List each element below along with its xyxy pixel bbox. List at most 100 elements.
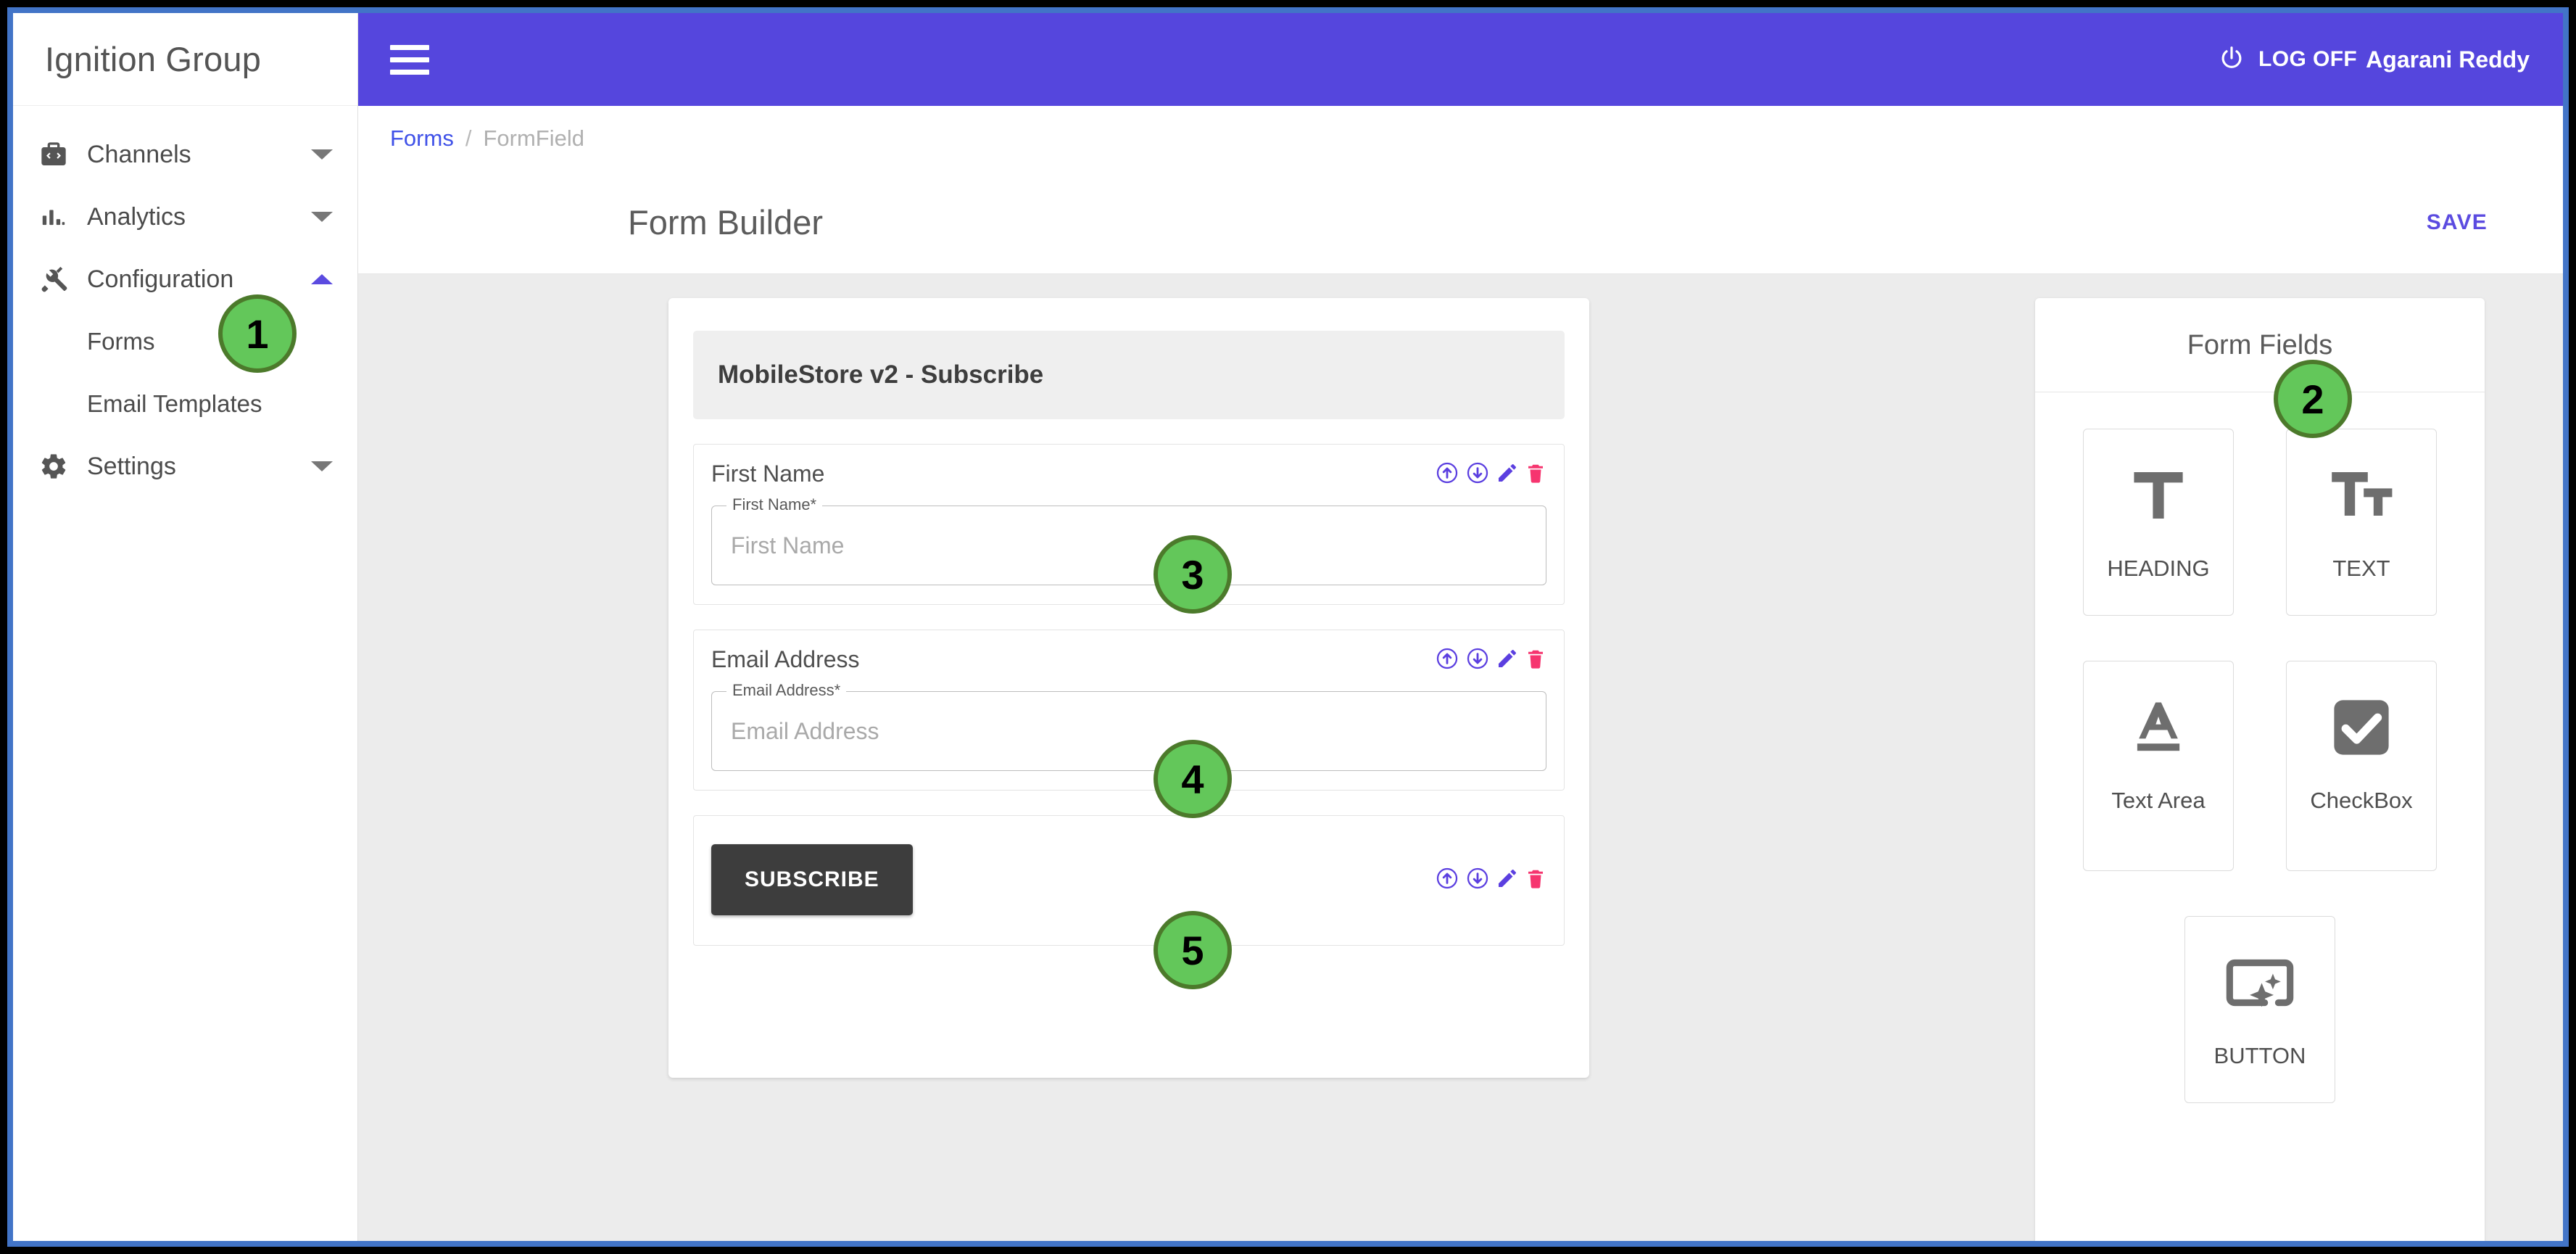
form-field-first-name[interactable]: First Name First Name* First Name <box>693 444 1565 605</box>
field-actions <box>1435 866 1546 894</box>
screenshot-frame: Ignition Group Channels Analytics Config… <box>7 7 2569 1247</box>
subscribe-button[interactable]: SUBSCRIBE <box>711 844 913 915</box>
email-address-placeholder: Email Address <box>731 717 879 744</box>
annotation-badge-2: 2 <box>2274 360 2352 438</box>
tile-cell: TEXT <box>2260 429 2463 616</box>
form-fields-panel: Form Fields HEADING TEXT Text Area Check… <box>2035 298 2485 1241</box>
sidebar-item-label: Channels <box>87 140 191 168</box>
field-actions <box>1435 461 1546 489</box>
tile-cell: Text Area <box>2057 661 2260 871</box>
tile-cell: HEADING <box>2057 429 2260 616</box>
move-down-icon[interactable] <box>1465 866 1490 894</box>
user-name: Agarani Reddy <box>2366 46 2530 73</box>
annotation-badge-3: 3 <box>1154 535 1232 614</box>
hamburger-menu-icon[interactable] <box>390 44 429 75</box>
first-name-legend: First Name* <box>726 495 823 514</box>
palette-tile-checkbox[interactable]: CheckBox <box>2286 661 2437 871</box>
analytics-icon <box>39 203 78 231</box>
sidebar-item-label: Settings <box>87 452 176 480</box>
form-header-block[interactable]: MobileStore v2 - Subscribe <box>693 331 1565 419</box>
checkbox-checked-icon <box>2327 680 2396 775</box>
first-name-input-wrapper[interactable]: First Name* First Name <box>711 495 1546 585</box>
sidebar-item-channels[interactable]: Channels <box>13 123 357 186</box>
move-up-icon[interactable] <box>1435 461 1459 489</box>
move-up-icon[interactable] <box>1435 646 1459 675</box>
chevron-down-icon <box>311 461 333 471</box>
page-title: Form Builder <box>628 203 824 242</box>
sidebar: Ignition Group Channels Analytics Config… <box>13 13 358 1241</box>
power-icon <box>2218 44 2245 75</box>
tile-cell: CheckBox <box>2260 661 2463 871</box>
breadcrumb: Forms / FormField <box>358 106 2563 171</box>
field-caption: First Name <box>711 461 825 487</box>
palette-tile-label: Text Area <box>2111 788 2206 813</box>
palette-tile-button[interactable]: BUTTON <box>2184 916 2335 1103</box>
field-caption: Email Address <box>711 646 860 672</box>
sidebar-subitem-forms[interactable]: Forms <box>13 310 357 373</box>
delete-icon[interactable] <box>1525 462 1546 487</box>
move-up-icon[interactable] <box>1435 866 1459 894</box>
sidebar-item-settings[interactable]: Settings <box>13 435 357 498</box>
sidebar-item-label: Analytics <box>87 202 186 231</box>
palette-tile-label: HEADING <box>2107 556 2210 581</box>
breadcrumb-current: FormField <box>483 125 584 151</box>
application-root: Ignition Group Channels Analytics Config… <box>13 13 2563 1241</box>
heading-t-icon <box>2124 448 2193 543</box>
breadcrumb-separator: / <box>465 125 472 151</box>
move-down-icon[interactable] <box>1465 646 1490 675</box>
palette-tile-label: TEXT <box>2332 556 2390 581</box>
move-down-icon[interactable] <box>1465 461 1490 489</box>
settings-gear-icon <box>39 452 78 481</box>
first-name-placeholder: First Name <box>731 532 845 558</box>
edit-icon[interactable] <box>1496 461 1519 488</box>
palette-tile-label: CheckBox <box>2310 788 2413 813</box>
form-fields-tile-grid: HEADING TEXT Text Area CheckBox BUTTON <box>2035 392 2485 1148</box>
annotation-badge-5: 5 <box>1154 911 1232 989</box>
annotation-badge-4: 4 <box>1154 740 1232 818</box>
field-top-row: First Name <box>711 461 1546 494</box>
sidebar-subitem-label: Forms <box>87 328 155 355</box>
form-header-title: MobileStore v2 - Subscribe <box>718 360 1044 389</box>
delete-icon[interactable] <box>1525 867 1546 893</box>
field-actions <box>1435 646 1546 675</box>
email-address-legend: Email Address* <box>726 681 847 700</box>
edit-icon[interactable] <box>1496 867 1519 894</box>
form-field-email-address[interactable]: Email Address Email Address* Email Addre… <box>693 630 1565 791</box>
form-builder-card: MobileStore v2 - Subscribe First Name Fi… <box>668 298 1589 1078</box>
content-area: MobileStore v2 - Subscribe First Name Fi… <box>358 274 2563 1241</box>
save-button[interactable]: SAVE <box>2409 197 2505 248</box>
chevron-down-icon <box>311 212 333 222</box>
page-title-bar: Form Builder SAVE <box>358 171 2563 274</box>
breadcrumb-link-forms[interactable]: Forms <box>390 125 454 152</box>
email-address-input-wrapper[interactable]: Email Address* Email Address <box>711 681 1546 771</box>
text-tt-icon <box>2327 448 2396 543</box>
sidebar-item-label: Configuration <box>87 265 234 293</box>
form-field-submit-button[interactable]: SUBSCRIBE <box>693 815 1565 946</box>
sidebar-item-configuration[interactable]: Configuration <box>13 248 357 310</box>
palette-tile-label: BUTTON <box>2213 1043 2306 1068</box>
form-fields-panel-title: Form Fields <box>2035 298 2485 392</box>
palette-tile-heading[interactable]: HEADING <box>2083 429 2234 616</box>
edit-icon[interactable] <box>1496 647 1519 674</box>
sidebar-subitem-email-templates[interactable]: Email Templates <box>13 373 357 435</box>
field-top-row: Email Address <box>711 646 1546 680</box>
chevron-down-icon <box>311 149 333 160</box>
sidebar-subitem-label: Email Templates <box>87 390 262 417</box>
brand-header: Ignition Group <box>13 13 357 106</box>
logoff-label: LOG OFF <box>2258 47 2358 71</box>
configuration-icon <box>39 264 78 294</box>
annotation-badge-1: 1 <box>218 294 297 373</box>
button-sparkle-icon <box>2224 936 2296 1030</box>
delete-icon[interactable] <box>1525 648 1546 673</box>
sidebar-item-analytics[interactable]: Analytics <box>13 186 357 248</box>
palette-tile-text[interactable]: TEXT <box>2286 429 2437 616</box>
main-area: LOG OFF Agarani Reddy Forms / FormField … <box>358 13 2563 1241</box>
brand-title: Ignition Group <box>45 40 262 78</box>
channels-icon <box>39 140 78 169</box>
sidebar-nav: Channels Analytics Configuration Forms E… <box>13 106 357 498</box>
tile-cell: BUTTON <box>2158 916 2361 1103</box>
logoff-button[interactable]: LOG OFF <box>2218 44 2357 75</box>
palette-tile-text-area[interactable]: Text Area <box>2083 661 2234 871</box>
text-area-a-icon <box>2125 680 2192 775</box>
chevron-up-icon <box>311 274 333 284</box>
